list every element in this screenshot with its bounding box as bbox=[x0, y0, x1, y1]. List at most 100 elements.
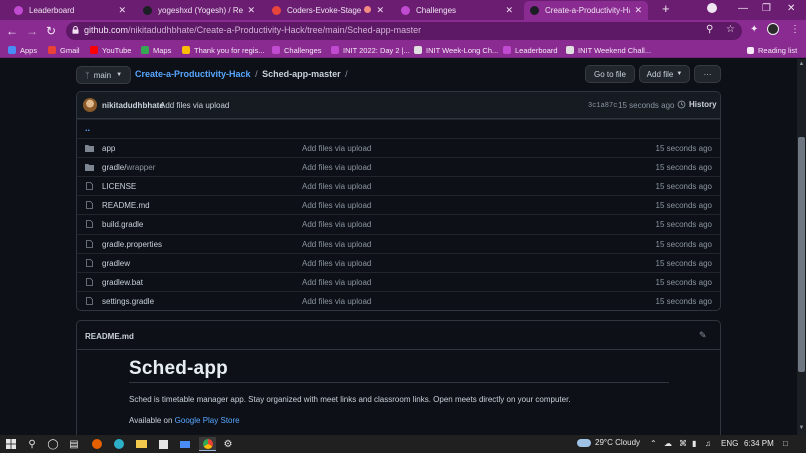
parent-directory-link[interactable]: .. bbox=[85, 123, 90, 133]
file-commit-message[interactable]: Add files via upload bbox=[302, 144, 371, 153]
commit-sha[interactable]: 3c1a87c bbox=[588, 102, 617, 110]
avatar[interactable] bbox=[83, 98, 97, 112]
bookmark-item[interactable]: Gmail bbox=[48, 44, 80, 56]
reload-icon[interactable]: ↻ bbox=[43, 23, 59, 39]
more-options-button[interactable]: ··· bbox=[694, 65, 721, 83]
browser-tab[interactable]: Create-a-Productivity-Hack/Sched✕ bbox=[524, 1, 648, 20]
forward-icon[interactable]: → bbox=[24, 23, 40, 39]
bookmark-item[interactable]: INIT 2022: Day 2 |... bbox=[331, 44, 410, 56]
bookmark-item[interactable]: Leaderboard bbox=[503, 44, 558, 56]
file-commit-message[interactable]: Add files via upload bbox=[302, 201, 371, 210]
chrome-icon[interactable] bbox=[199, 437, 216, 451]
readme-filename[interactable]: README.md bbox=[85, 332, 134, 341]
file-commit-message[interactable]: Add files via upload bbox=[302, 297, 371, 306]
browser-tab[interactable]: Coders-Evoke-Stage ✕ bbox=[266, 1, 390, 20]
clock[interactable]: 6:34 PM bbox=[744, 439, 774, 448]
edit-pencil-icon[interactable]: ✎ bbox=[699, 330, 707, 341]
minimize-icon[interactable]: — bbox=[738, 3, 748, 14]
close-window-icon[interactable]: ✕ bbox=[787, 3, 795, 14]
table-row[interactable]: README.md Add files via upload 15 seconds … bbox=[77, 195, 720, 214]
edge-icon[interactable] bbox=[112, 437, 126, 451]
file-name-link[interactable]: LICENSE bbox=[102, 182, 136, 191]
commit-author[interactable]: nikitadudhbhate bbox=[102, 101, 164, 110]
bookmark-item[interactable]: INIT Weekend Chall... bbox=[566, 44, 651, 56]
file-commit-message[interactable]: Add files via upload bbox=[302, 163, 371, 172]
mail-icon[interactable] bbox=[178, 437, 192, 451]
menu-icon[interactable]: ⋮ bbox=[790, 24, 800, 35]
file-commit-message[interactable]: Add files via upload bbox=[302, 182, 371, 191]
history-link[interactable]: History bbox=[677, 100, 717, 109]
parent-directory-row[interactable]: .. bbox=[77, 119, 720, 138]
language-indicator[interactable]: ENG bbox=[721, 439, 738, 448]
file-name-link[interactable]: gradle/wrapper bbox=[102, 163, 155, 172]
search-icon[interactable]: ⚲ bbox=[25, 437, 39, 451]
bookmark-item[interactable]: Thank you for regis... bbox=[182, 44, 264, 56]
firefox-icon[interactable] bbox=[90, 437, 104, 451]
file-commit-message[interactable]: Add files via upload bbox=[302, 278, 371, 287]
address-bar[interactable]: github.com/nikitadudhbhate/Create-a-Prod… bbox=[66, 22, 742, 40]
play-store-link[interactable]: Google Play Store bbox=[175, 416, 240, 425]
bookmark-item[interactable]: YouTube bbox=[90, 44, 131, 56]
windows-start-icon[interactable] bbox=[4, 437, 18, 451]
file-name-link[interactable]: README.md bbox=[102, 201, 150, 210]
new-tab-button[interactable]: + bbox=[662, 1, 670, 16]
file-name-link[interactable]: gradlew.bat bbox=[102, 278, 143, 287]
file-commit-message[interactable]: Add files via upload bbox=[302, 220, 371, 229]
file-name-link[interactable]: gradle.properties bbox=[102, 240, 162, 249]
breadcrumb-repo-link[interactable]: Create-a-Productivity-Hack bbox=[135, 69, 251, 79]
file-name-link[interactable]: app bbox=[102, 144, 115, 153]
table-row[interactable]: build.gradle Add files via upload 15 secon… bbox=[77, 214, 720, 233]
battery-icon[interactable]: ▮ bbox=[692, 439, 696, 448]
table-row[interactable]: LICENSE Add files via upload 15 seconds ag… bbox=[77, 176, 720, 195]
scrollbar-thumb[interactable] bbox=[798, 137, 805, 372]
browser-tab[interactable]: Leaderboard ✕ bbox=[8, 1, 132, 20]
avatar[interactable] bbox=[767, 23, 779, 35]
add-file-button[interactable]: Add file ▼ bbox=[639, 65, 690, 83]
extensions-icon[interactable]: ✦ bbox=[750, 24, 758, 35]
weather-widget[interactable]: 29°C Cloudy bbox=[577, 438, 640, 447]
file-commit-message[interactable]: Add files via upload bbox=[302, 240, 371, 249]
tab-close-icon[interactable]: ✕ bbox=[505, 5, 513, 16]
tab-close-icon[interactable]: ✕ bbox=[247, 5, 255, 16]
page-scrollbar[interactable]: ▲ ▼ bbox=[797, 59, 806, 435]
file-commit-message[interactable]: Add files via upload bbox=[302, 259, 371, 268]
scroll-down-icon[interactable]: ▼ bbox=[798, 425, 805, 431]
task-view-icon[interactable]: ▤ bbox=[67, 437, 81, 451]
restore-icon[interactable]: ❐ bbox=[762, 3, 771, 14]
profile-icon[interactable] bbox=[707, 3, 717, 13]
branch-selector-button[interactable]: ᛉ main ▼ bbox=[76, 66, 131, 84]
store-icon[interactable] bbox=[156, 437, 170, 451]
browser-tab[interactable]: yogeshxd (Yogesh) / Repositories✕ bbox=[137, 1, 261, 20]
table-row[interactable]: settings.gradle Add files via upload 15 se… bbox=[77, 290, 720, 310]
table-row[interactable]: gradlew.bat Add files via upload 15 second… bbox=[77, 271, 720, 291]
file-name-link[interactable]: build.gradle bbox=[102, 220, 143, 229]
network-icon[interactable]: ⌘ bbox=[679, 439, 687, 448]
bookmark-item[interactable]: Maps bbox=[141, 44, 171, 56]
tray-chevron-up-icon[interactable]: ⌃ bbox=[650, 439, 657, 448]
notifications-icon[interactable]: □ bbox=[783, 439, 788, 448]
tab-close-icon[interactable]: ✕ bbox=[376, 5, 384, 16]
table-row[interactable]: app Add files via upload 15 seconds ago bbox=[77, 138, 720, 157]
tab-close-icon[interactable]: ✕ bbox=[634, 5, 642, 16]
file-name-link[interactable]: gradlew bbox=[102, 259, 130, 268]
zoom-icon[interactable]: ⚲ bbox=[706, 24, 713, 35]
back-icon[interactable]: ← bbox=[4, 23, 20, 39]
file-explorer-icon[interactable] bbox=[134, 437, 148, 451]
onedrive-icon[interactable]: ☁ bbox=[664, 439, 672, 448]
bookmark-star-icon[interactable]: ☆ bbox=[726, 24, 735, 35]
table-row[interactable]: gradle.properties Add files via upload 15 … bbox=[77, 233, 720, 253]
bookmark-item[interactable]: Apps bbox=[8, 44, 37, 56]
go-to-file-button[interactable]: Go to file bbox=[585, 65, 635, 83]
scroll-up-icon[interactable]: ▲ bbox=[798, 61, 805, 67]
settings-gear-icon[interactable]: ⚙ bbox=[221, 437, 235, 451]
volume-icon[interactable]: ♫ bbox=[705, 439, 711, 448]
table-row[interactable]: gradle/wrapper Add files via upload 15 sec… bbox=[77, 157, 720, 176]
commit-message[interactable]: Add files via upload bbox=[160, 101, 229, 110]
cortana-icon[interactable]: ◯ bbox=[46, 437, 60, 451]
reading-list[interactable]: Reading list bbox=[747, 44, 797, 56]
table-row[interactable]: gradlew Add files via upload 15 seconds ag… bbox=[77, 252, 720, 272]
tab-close-icon[interactable]: ✕ bbox=[118, 5, 126, 16]
bookmark-item[interactable]: Challenges bbox=[272, 44, 322, 56]
browser-tab[interactable]: Challenges ✕ bbox=[395, 1, 519, 20]
bookmark-item[interactable]: INIT Week-Long Ch... bbox=[414, 44, 498, 56]
